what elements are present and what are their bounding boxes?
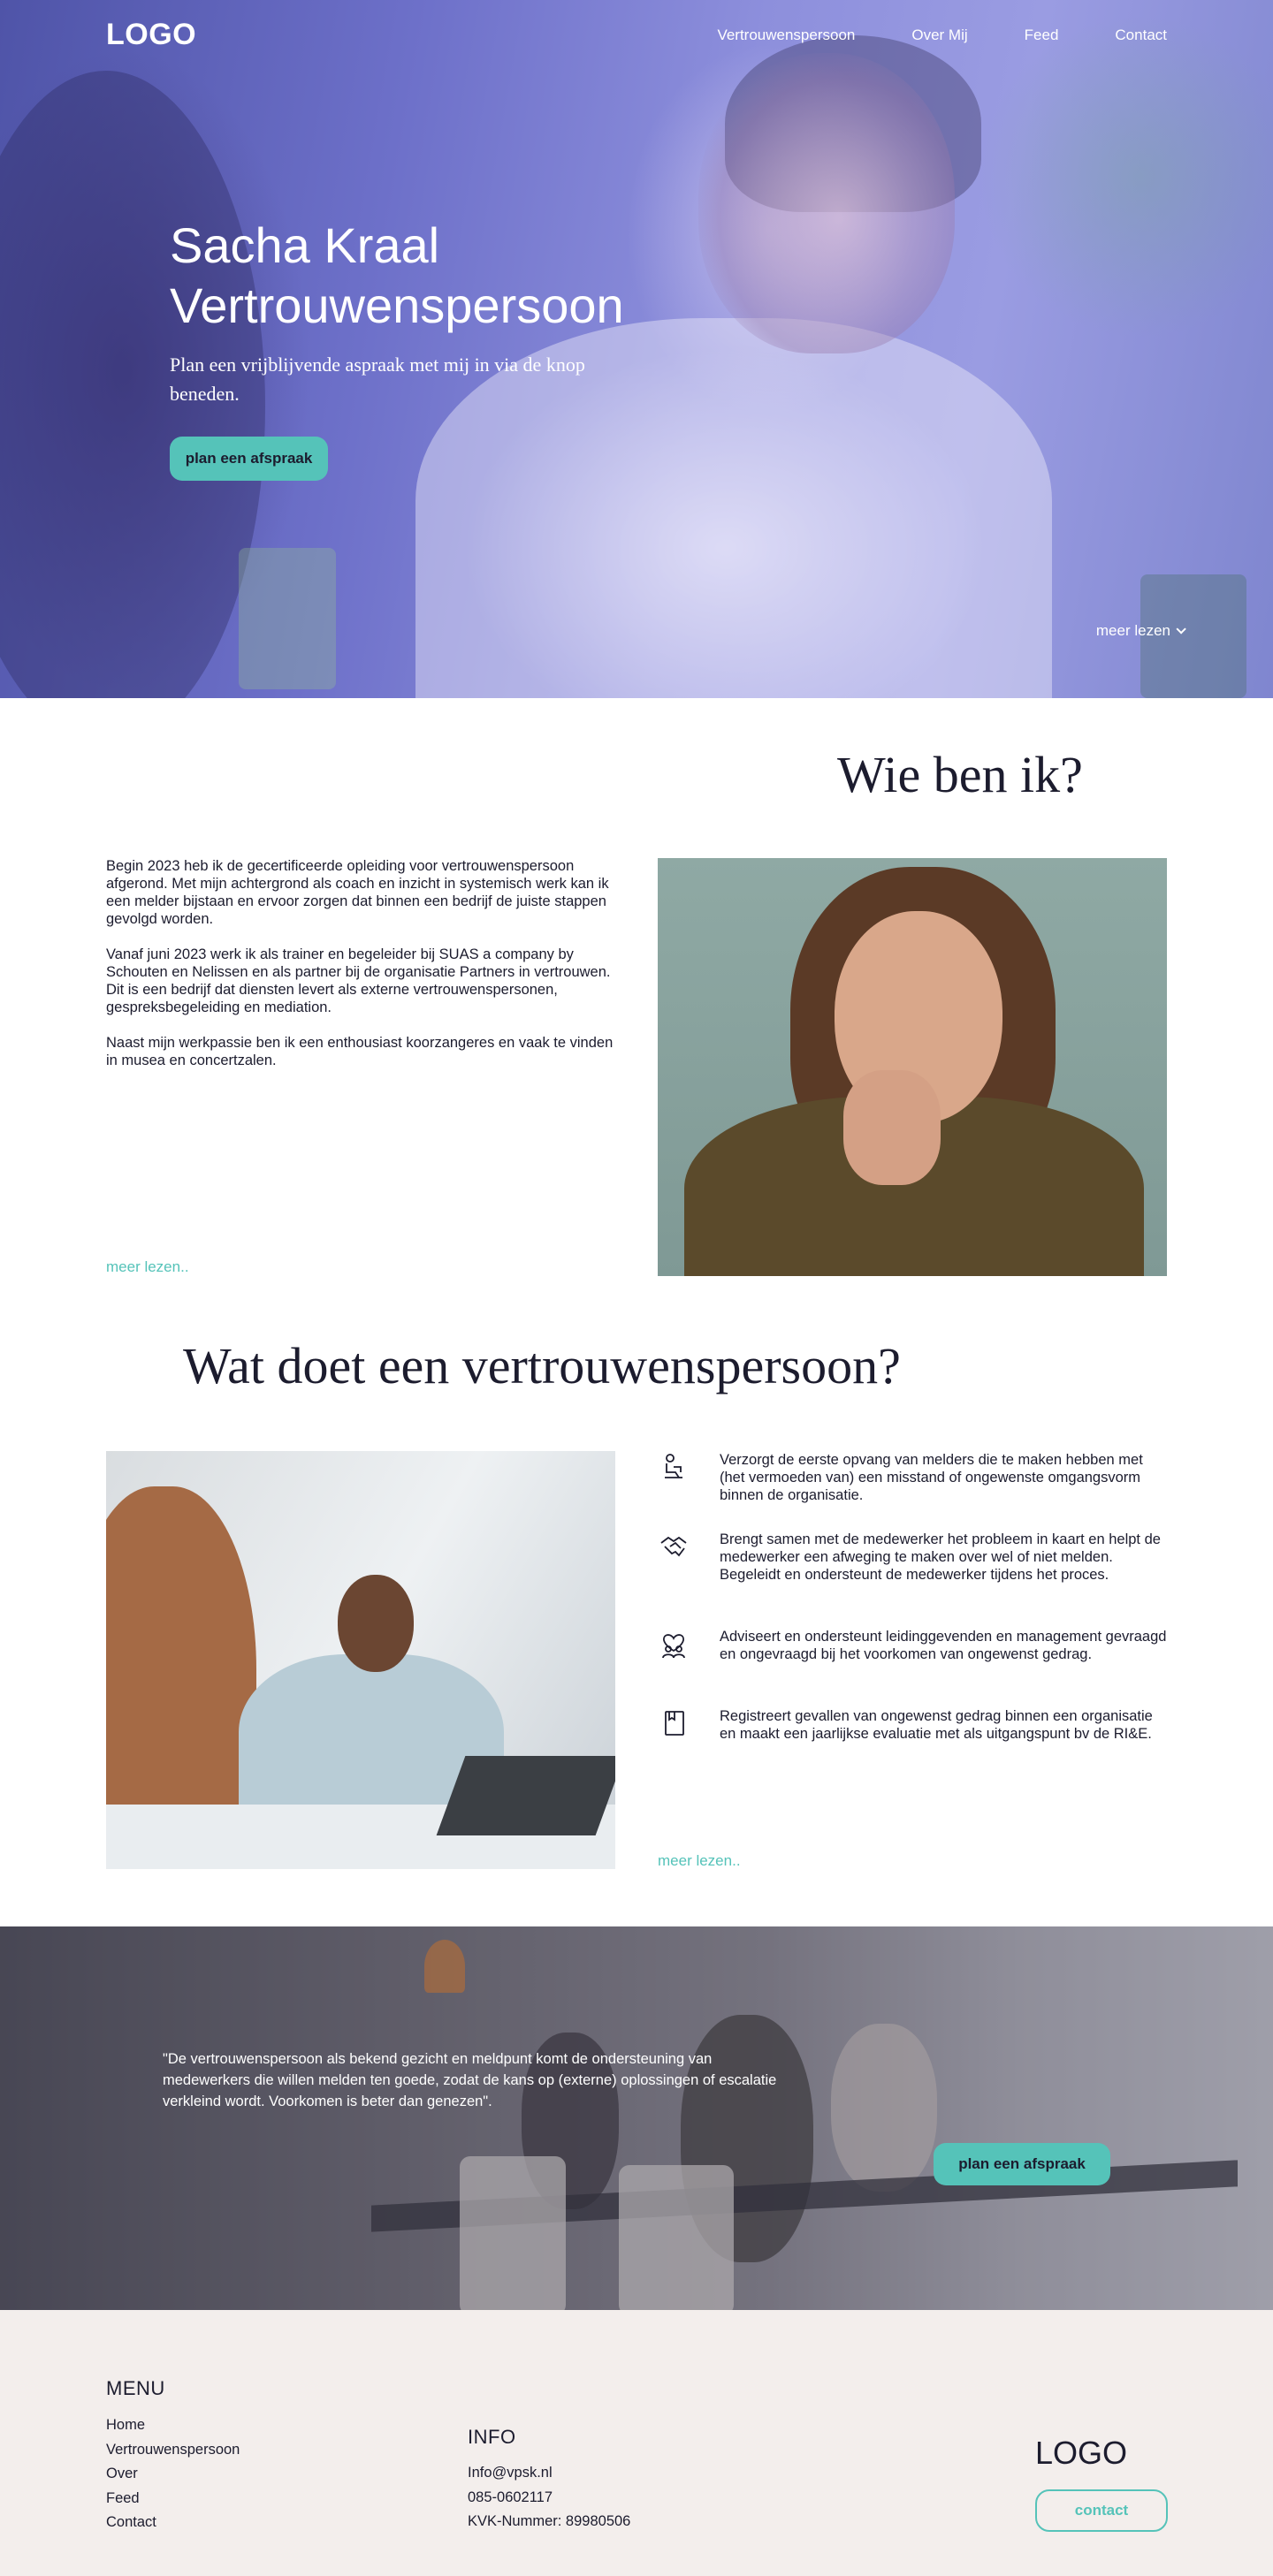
nav-link-feed[interactable]: Feed [1025,27,1059,44]
about-paragraph: Naast mijn werkpassie ben ik een enthous… [106,1035,614,1068]
meeting-photo-laptop [436,1756,615,1835]
portrait-hand [843,1070,941,1185]
footer-logo[interactable]: LOGO [1035,2435,1127,2472]
role-read-more-link[interactable]: meer lezen.. [658,1852,741,1870]
portrait-photo [658,858,1167,1276]
header-logo[interactable]: LOGO [106,18,196,52]
footer-menu-vertrouwenspersoon[interactable]: Vertrouwenspersoon [106,2438,240,2463]
hero-title: Sacha Kraal Vertrouwenspersoon [170,216,624,336]
book-icon [665,1711,684,1736]
handshake-icon [660,1536,687,1557]
role-title: Wat doet een vertrouwenspersoon? [183,1337,901,1394]
meeting-photo [106,1451,615,1869]
footer-info-phone: 085-0602117 [468,2489,553,2505]
hero-appointment-button[interactable]: plan een afspraak [170,437,328,481]
footer-menu-title: MENU [106,2377,165,2399]
footer-menu-over[interactable]: Over [106,2462,240,2487]
hero-subtitle: Plan een vrijblijvende aspraak met mij i… [170,353,585,405]
about-title: Wie ben ik? [837,746,1083,803]
nav-link-contact[interactable]: Contact [1115,27,1167,44]
about-paragraph: Vanaf juni 2023 werk ik als trainer en b… [106,946,611,1015]
footer-info-list: Info@vpsk.nl 085-0602117 KVK-Nummer: 899… [468,2461,630,2534]
banner-quote: "De vertrouwenspersoon als bekend gezich… [163,2051,777,2109]
people-heart-icon [662,1634,685,1659]
hero-title-name: Sacha Kraal [170,217,440,273]
hero-read-more-label: meer lezen [1095,622,1170,639]
meeting-photo-head [338,1575,414,1672]
about-paragraph: Begin 2023 heb ik de gecertificeerde opl… [106,858,609,927]
hero-photo-glass [239,548,336,689]
footer-menu-list: Home Vertrouwenspersoon Over Feed Contac… [106,2413,240,2535]
main-nav: Vertrouwenspersoon Over Mij Feed Contact [717,27,1167,44]
banner-overlay [0,1926,1273,2310]
nav-link-vertrouwenspersoon[interactable]: Vertrouwenspersoon [717,27,855,44]
about-text: Begin 2023 heb ik de gecertificeerde opl… [106,857,614,1087]
hero-photo-face [698,53,955,353]
footer-info-email[interactable]: Info@vpsk.nl [468,2461,630,2486]
footer-menu-home[interactable]: Home [106,2413,240,2438]
hero-read-more-link[interactable]: meer lezen [1095,622,1186,640]
hero-title-role: Vertrouwenspersoon [170,277,624,333]
role-task-text: Verzorgt de eerste opvang van melders di… [720,1452,1143,1503]
nav-link-over-mij[interactable]: Over Mij [911,27,967,44]
footer-menu-contact[interactable]: Contact [106,2511,240,2535]
quote-banner [0,1926,1273,2310]
about-read-more-link[interactable]: meer lezen.. [106,1258,189,1276]
hero-section [0,0,1273,698]
role-task-text: Registreert gevallen van ongewenst gedra… [720,1708,1153,1742]
person-at-desk-icon [665,1454,682,1478]
footer-menu-feed[interactable]: Feed [106,2487,240,2511]
banner-appointment-button[interactable]: plan een afspraak [934,2143,1110,2185]
footer-info-title: INFO [468,2426,516,2448]
role-task-text: Adviseert en ondersteunt leidinggevenden… [720,1629,1167,1662]
role-task-text: Brengt samen met de medewerker het probl… [720,1531,1161,1583]
footer-contact-button[interactable]: contact [1035,2489,1168,2532]
footer-info-kvk: KVK-Nummer: 89980506 [468,2513,631,2529]
